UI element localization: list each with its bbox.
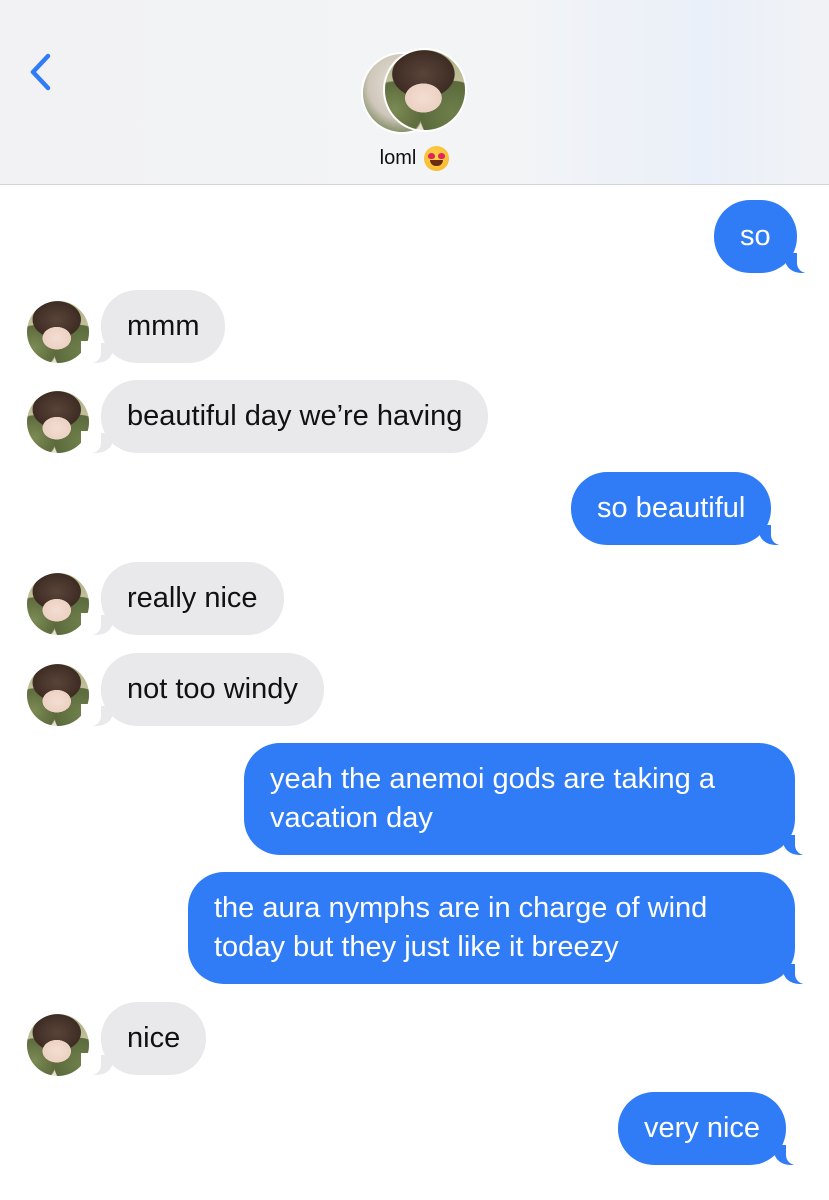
contact-avatar[interactable] (361, 48, 471, 134)
message-bubble-outgoing[interactable]: so (714, 200, 817, 273)
message-bubble-incoming[interactable]: mmm (80, 290, 226, 363)
contact-avatar-small (27, 301, 89, 363)
message-bubble-outgoing[interactable]: so beautiful (571, 472, 792, 545)
message-bubble-incoming[interactable]: really nice (81, 562, 284, 635)
contact-avatar-small (27, 1014, 89, 1076)
message-bubble-outgoing[interactable]: yeah the anemoi gods are taking a vacati… (244, 743, 815, 855)
contact-name: loml (379, 147, 417, 169)
avatar-front-photo (383, 48, 467, 132)
message-bubble-outgoing[interactable]: the aura nymphs are in charge of wind to… (188, 872, 815, 984)
heart-eyes-emoji-icon (424, 146, 450, 171)
message-bubble-outgoing[interactable]: very nice (618, 1092, 807, 1165)
message-bubble-incoming[interactable]: not too windy (81, 653, 324, 726)
message-bubble-incoming[interactable]: nice (80, 1002, 207, 1075)
contact-avatar-small (27, 391, 89, 453)
contact-name-row[interactable]: loml (0, 146, 829, 171)
contact-avatar-small (27, 573, 89, 635)
contact-avatar-small (27, 664, 89, 726)
message-bubble-incoming[interactable]: beautiful day we’re having (80, 380, 489, 453)
conversation-header: loml (0, 0, 829, 185)
back-button[interactable] (24, 50, 60, 94)
chevron-left-icon (30, 53, 51, 91)
